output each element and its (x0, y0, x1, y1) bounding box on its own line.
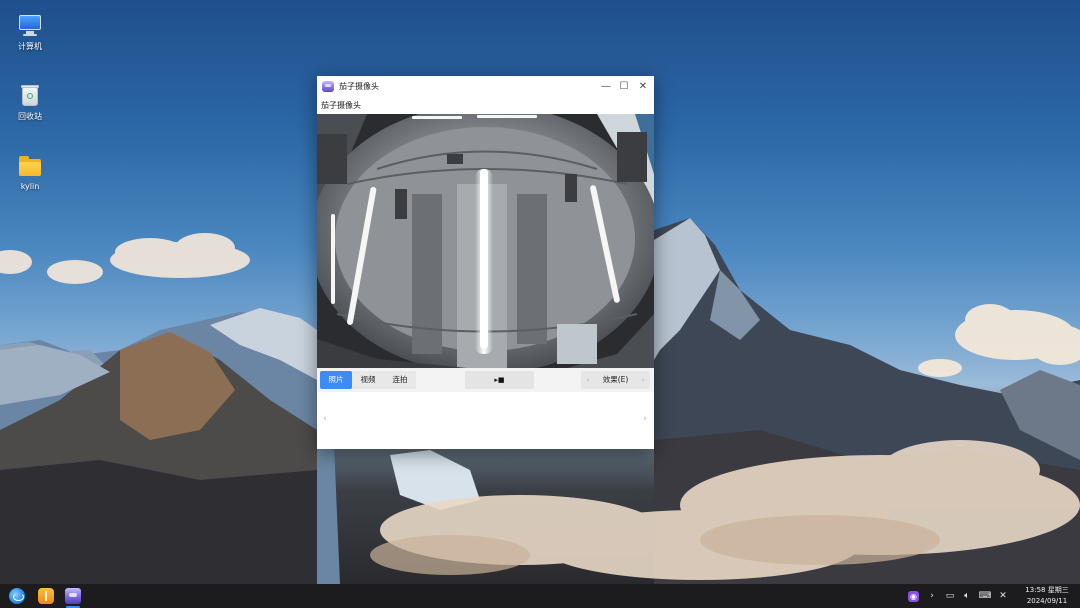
effects-button[interactable]: ‹ 效果(E) › (581, 371, 650, 389)
notebook-icon[interactable]: ▭ (943, 589, 957, 603)
desktop-icon-computer[interactable]: 计算机 (5, 12, 55, 52)
trash-icon (17, 82, 43, 108)
software-store-button[interactable] (35, 586, 57, 606)
taskbar: ◉ › ▭ 🔈︎ ⌨ ✕ 13:58 星期三 2024/09/11 (0, 584, 1080, 608)
clock[interactable]: 13:58 星期三 2024/09/11 (1020, 585, 1074, 607)
window-titlebar[interactable]: 茄子摄像头 — ☐ ✕ (317, 76, 654, 97)
camera-preview (317, 114, 654, 368)
cheese-app-icon (322, 81, 334, 92)
expand-tray-icon[interactable]: › (925, 589, 939, 603)
start-menu-icon (9, 588, 25, 604)
taskbar-cheese-camera[interactable] (62, 586, 84, 608)
chevron-left-icon: ‹ (586, 376, 590, 384)
folder-icon (17, 153, 43, 179)
thumbnail-prev-button[interactable]: ‹ (319, 412, 331, 426)
minimize-button[interactable]: — (598, 79, 614, 94)
thumbnail-strip: ‹ › (317, 392, 654, 449)
desktop-icon-label: kylin (20, 182, 40, 191)
capture-mode-tabs: 照片 视频 连拍 (320, 371, 416, 389)
app-header-label: 茄子摄像头 (321, 101, 361, 110)
network-icon[interactable]: ✕ (996, 589, 1010, 603)
close-button[interactable]: ✕ (635, 79, 651, 94)
tab-burst[interactable]: 连拍 (384, 371, 416, 389)
tab-video[interactable]: 视频 (352, 371, 384, 389)
cheese-camera-icon (65, 588, 81, 604)
desktop-icon-kylin-folder[interactable]: kylin (5, 153, 55, 191)
keyboard-icon[interactable]: ⌨ (978, 589, 992, 603)
clock-date: 2024/09/11 (1026, 597, 1068, 605)
start-menu-button[interactable] (6, 586, 28, 606)
take-photo-button[interactable]: ▸■ (465, 371, 534, 389)
effects-label: 效果(E) (602, 375, 629, 384)
desktop-icon-label: 计算机 (18, 42, 42, 51)
chevron-right-icon: › (641, 376, 645, 384)
camera-app-window: 茄子摄像头 — ☐ ✕ 茄子摄像头 照片 视频 连拍 ▸■ ‹ 效果(E) › … (317, 76, 654, 449)
computer-icon (17, 12, 43, 38)
preview-image (317, 114, 654, 368)
thumbnail-next-button[interactable]: › (639, 412, 651, 426)
desktop-icon-trash[interactable]: 回收站 (5, 82, 55, 122)
capture-controls-bar: 照片 视频 连拍 ▸■ ‹ 效果(E) › (317, 368, 654, 392)
clock-time: 13:58 星期三 (1025, 586, 1069, 594)
tab-photo[interactable]: 照片 (320, 371, 352, 389)
volume-icon[interactable]: 🔈︎ (960, 589, 974, 603)
window-title: 茄子摄像头 (339, 82, 379, 91)
desktop-icon-label: 回收站 (18, 112, 42, 121)
camera-tray-icon[interactable]: ◉ (908, 591, 919, 602)
maximize-button[interactable]: ☐ (616, 79, 632, 94)
software-store-icon (38, 588, 54, 604)
